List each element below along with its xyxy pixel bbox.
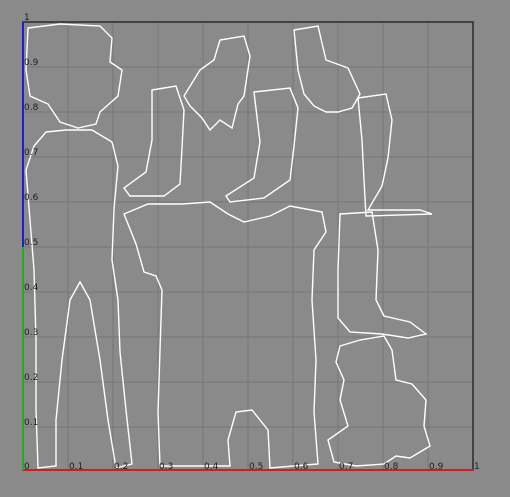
left-forearm-island[interactable] [225,87,299,203]
v-tick-label: 0.8 [24,103,39,113]
uv-editor-viewport[interactable]: 0 0.1 0.2 0.3 0.4 0.5 0.6 0.7 0.8 0.9 1 … [0,0,510,497]
u-tick-label: 0.1 [69,462,83,472]
v-tick-label: 0.5 [24,238,38,248]
v-tick-label: 0.4 [24,283,39,293]
u-tick-label: 0 [24,462,30,472]
u-tick-label: 0.5 [249,462,263,472]
boot-island[interactable] [327,335,431,467]
torso-armor-island[interactable] [123,201,327,469]
left-upper-arm-island[interactable] [123,85,185,197]
u-tick-label: 0.9 [429,462,444,472]
u-tick-label: 0.6 [294,462,309,472]
u-tick-label: 0.7 [339,462,353,472]
right-glove-island[interactable] [293,25,361,113]
u-tick-label: 0.8 [384,462,399,472]
v-tick-label: 0.6 [24,193,39,203]
v-tick-label: 0.1 [24,418,38,428]
uv-grid [22,21,474,471]
u-tick-label: 1 [474,462,480,472]
uv-islands[interactable] [25,23,433,469]
u-tick-label: 0.3 [159,462,173,472]
u-tick-label: 0.2 [114,462,128,472]
uv-canvas[interactable]: 0 0.1 0.2 0.3 0.4 0.5 0.6 0.7 0.8 0.9 1 … [0,0,510,497]
left-glove-island[interactable] [183,35,251,132]
v-tick-label: 1 [24,13,30,23]
v-tick-label: 0.7 [24,148,38,158]
v-tick-label: 0.2 [24,373,38,383]
body-front-island[interactable] [25,129,133,469]
v-tick-label: 0.3 [24,328,38,338]
v-tick-label: 0.9 [24,58,39,68]
u-tick-label: 0.4 [204,462,219,472]
lower-arm-island[interactable] [337,211,428,339]
